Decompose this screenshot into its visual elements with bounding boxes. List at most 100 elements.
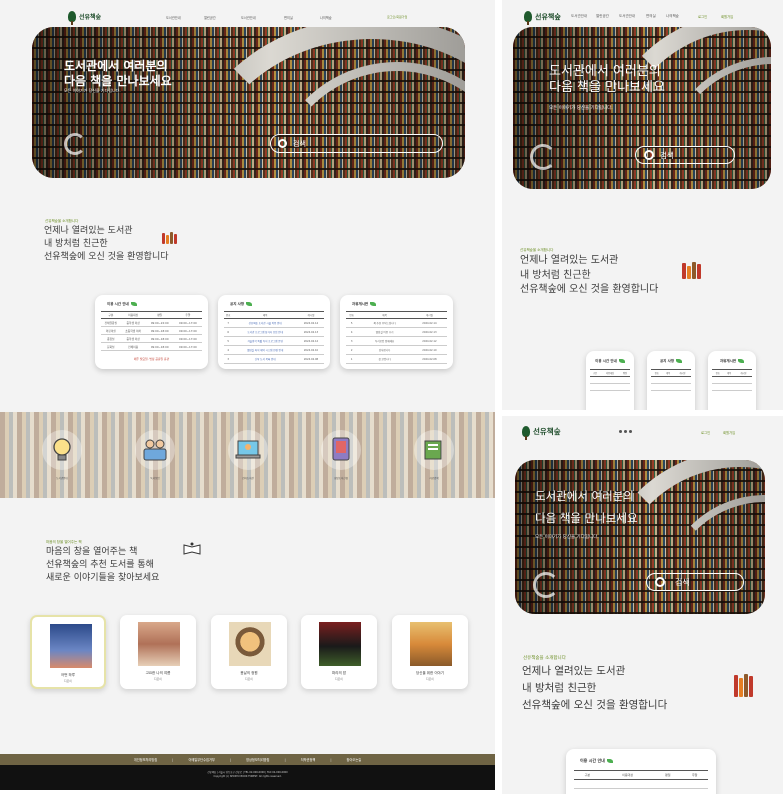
logo[interactable]: 선유책숲 xyxy=(68,11,101,25)
post-link[interactable]: 책 추천 부탁드립니다 xyxy=(357,318,412,328)
book-cover xyxy=(50,624,92,668)
leaf-icon xyxy=(370,302,377,306)
book-cover xyxy=(229,622,271,666)
tablet-preview: 선유책숲 도서관안내 열린공간 도서관안내 편의실 나의책숲 로그인 회원가입 … xyxy=(502,0,783,410)
hero-search-box[interactable]: 검색 xyxy=(646,573,744,591)
desktop-preview: 선유책숲 도서관안내 열린공간 도서관안내 편의실 나의책숲 로그인/회원가입 … xyxy=(0,0,495,790)
login-link[interactable]: 로그인 xyxy=(701,430,710,435)
search-icon xyxy=(644,150,654,160)
signup-link[interactable]: 회원가입 xyxy=(721,14,733,19)
service-search-button[interactable] xyxy=(414,430,454,470)
hours-card: 이용 시간 안내 구분 이용대상 평일 xyxy=(586,351,634,410)
progress-ring xyxy=(530,144,556,170)
people-reading-icon xyxy=(143,439,167,461)
signup-link[interactable]: 회원가입 xyxy=(723,430,735,435)
footer-link[interactable]: 영상정보처리방침 xyxy=(231,757,284,762)
service-strip: 도서관안내 독서모임 전자도서관 희망도서신청 자료검색 xyxy=(0,412,495,498)
notice-link[interactable]: 선유책숲 도서관 시설 이용 안내 xyxy=(232,318,298,328)
progress-ring xyxy=(533,572,559,598)
free-board-card: 자유게시판 번호 제목 게시일 xyxy=(708,351,756,410)
book-cover xyxy=(410,622,452,666)
notice-link[interactable]: 열람실 좌석 예약 시스템 변경 안내 xyxy=(232,345,298,355)
bookshelf-icon xyxy=(734,674,753,697)
hero-search-box[interactable]: 검색 xyxy=(635,146,735,164)
book-card[interactable]: 고요한 나의 여름 지은이 xyxy=(120,615,196,689)
recommend-eyebrow: 마음의 창을 열어주는 책 xyxy=(46,540,82,544)
service-guide-button[interactable] xyxy=(42,430,82,470)
notice-link[interactable]: 겨울방학 특별 독서 프로그램 운영 xyxy=(232,336,298,346)
bookshelf-icon xyxy=(682,262,701,279)
intro-eyebrow: 선유책숲을 소개합니다 xyxy=(520,248,554,252)
nav-item[interactable]: 도서관안내 xyxy=(166,15,181,20)
footer-link[interactable]: 찾아오는길 xyxy=(332,757,377,762)
notice-link[interactable]: 도서관 프로그램 참가자 모집 안내 xyxy=(232,327,298,337)
login-link[interactable]: 로그인 xyxy=(698,14,707,19)
book-cover xyxy=(138,622,180,666)
nav-item[interactable]: 나의책숲 xyxy=(666,14,679,19)
service-ebook-button[interactable] xyxy=(228,430,268,470)
login-link[interactable]: 로그인/회원가입 xyxy=(387,15,407,19)
hero-subtext: 모든 이야기가 당신을 기다립니다. xyxy=(549,106,613,111)
service-request-button[interactable] xyxy=(321,430,361,470)
nav-item[interactable]: 편의실 xyxy=(646,14,656,19)
logo[interactable]: 선유책숲 xyxy=(524,11,561,25)
book-card[interactable]: 당신을 위한 이야기 지은이 xyxy=(392,615,468,689)
hours-table: 구분 이용대상 평일 주말 xyxy=(574,770,708,789)
nav-item[interactable]: 열린공간 xyxy=(204,15,216,20)
notice-table: 번호 제목 게시일 7 선유책숲 도서관 시설 이용 안내 2024.02.14 6 도서… xyxy=(224,311,324,364)
menu-dots-icon[interactable] xyxy=(619,430,632,433)
hero-banner: 도서관에서 여러분의 다음 책을 만나보세요 모든 이야기가 당신을 기다립니다.… xyxy=(513,27,771,189)
book-card[interactable]: 봄날의 정원 지은이 xyxy=(211,615,287,689)
nav-item[interactable]: 나의책숲 xyxy=(320,15,332,20)
nav-item[interactable]: 도서관안내 xyxy=(571,14,587,19)
post-link[interactable]: 독서모임 함께해요 xyxy=(357,336,412,346)
search-icon xyxy=(278,139,287,148)
mobile-preview: 선유책숲 로그인 회원가입 도서관에서 여러분의 다음 책을 만나보세요 모든 이… xyxy=(502,416,783,794)
footer-link[interactable]: 개인정보처리방침 xyxy=(119,757,172,762)
post-link[interactable]: 첫 글입니다 xyxy=(357,354,412,364)
intro-eyebrow: 선유책숲을 소개합니다 xyxy=(523,656,566,661)
leaf-icon xyxy=(246,302,253,306)
hero-banner: 도서관에서 여러분의 다음 책을 만나보세요 모든 이야기가 당신을 기다립니다.… xyxy=(32,27,465,178)
nav-item[interactable]: 편의실 xyxy=(284,15,293,20)
hours-card: 이용 시간 안내 구분 이용대상 평일 주말 xyxy=(566,749,716,794)
logo[interactable]: 선유책숲 xyxy=(522,426,561,440)
free-board-table: 번호 제목 게시일 5책 추천 부탁드립니다 2024.02.14 4 열람실 이용 후… xyxy=(346,311,447,364)
post-link[interactable]: 감사합니다 xyxy=(357,345,412,355)
footer-link[interactable]: 이메일무단수집거부 xyxy=(173,757,229,762)
hero-subtext: 모든 이야기가 당신을 기다립니다. xyxy=(64,88,121,93)
book-card[interactable]: 파리의 밤 지은이 xyxy=(301,615,377,689)
notice-link[interactable]: 신착 도서 목록 안내 xyxy=(232,354,298,364)
bookshelf-icon xyxy=(162,232,177,244)
tree-logo-icon xyxy=(524,11,532,25)
footer-nav: 개인정보처리방침 | 이메일무단수집거부 | 영상정보처리방침 | 저작권정책 | 찾아… xyxy=(0,754,495,765)
book-cover xyxy=(319,622,361,666)
book-stack-icon xyxy=(424,440,442,460)
nav-item[interactable]: 도서관안내 xyxy=(241,15,256,20)
hero-headline: 도서관에서 여러분의 다음 책을 만나보세요 xyxy=(535,489,638,525)
hero-banner: 도서관에서 여러분의 다음 책을 만나보세요 모든 이야기가 당신을 기다립니다.… xyxy=(515,460,765,614)
nav-item[interactable]: 열린공간 xyxy=(596,14,609,19)
hero-search-box[interactable]: 검색 xyxy=(270,134,443,153)
book-card[interactable]: 어떤 하루 지은이 xyxy=(30,615,106,689)
intro-title: 언제나 열려있는 도서관 내 방처럼 친근한 선유책숲에 오신 것을 환영합니다 xyxy=(520,255,659,295)
tree-logo-icon xyxy=(522,426,530,440)
hero-subtext: 모든 이야기가 당신을 기다립니다. xyxy=(535,535,599,540)
free-board-card: 자유게시판 번호 제목 게시일 5책 추천 부탁드립니다 2024.02.14 4 열람… xyxy=(340,295,453,369)
notice-card: 공지 사항 번호 제목 게시일 xyxy=(647,351,695,410)
leaf-icon xyxy=(606,759,613,763)
leaf-icon xyxy=(130,302,137,306)
post-link[interactable]: 열람실 이용 후기 xyxy=(357,327,412,337)
tablet-touch-icon xyxy=(332,437,350,461)
footer-info: 선유책숲 | 서울시 영등포구 선유로 | TEL 02-000-0000 | … xyxy=(0,765,495,790)
hours-card: 이용 시간 안내 구분 이용대상 평일 주말 전체열람실 중학생 이상 09:00~22:… xyxy=(95,295,208,369)
hours-table: 구분 이용대상 평일 주말 전체열람실 중학생 이상 09:00~22:00 09:00~1… xyxy=(101,311,202,351)
search-icon xyxy=(655,577,665,587)
footer-link[interactable]: 저작권정책 xyxy=(286,757,331,762)
nav-item[interactable]: 도서관안내 xyxy=(619,14,635,19)
intro-title: 언제나 열려있는 도서관 내 방처럼 친근한 선유책숲에 오신 것을 환영합니다 xyxy=(44,226,169,263)
intro-title: 언제나 열려있는 도서관 내 방처럼 친근한 선유책숲에 오신 것을 환영합니다 xyxy=(522,665,668,711)
service-reading-club-button[interactable] xyxy=(135,430,175,470)
intro-eyebrow: 선유책숲을 소개합니다 xyxy=(45,219,79,223)
hero-headline: 도서관에서 여러분의 다음 책을 만나보세요 xyxy=(64,59,172,88)
